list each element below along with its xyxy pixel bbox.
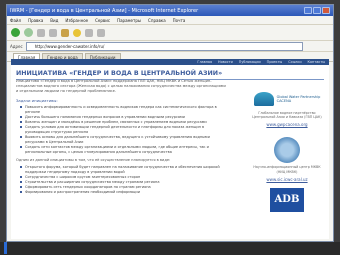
sic-logo[interactable]: [274, 137, 300, 164]
page-content: Главная Новости Публикации Проекты Ссылк…: [11, 59, 329, 239]
menu-edit[interactable]: Правка: [28, 18, 43, 23]
toolbar: [7, 25, 333, 41]
adb-logo[interactable]: ADB: [270, 187, 304, 212]
partner-caption: Глобальное водное партнёрство Центрально…: [252, 111, 322, 120]
menu-file[interactable]: Файл: [10, 18, 21, 23]
list-item: Открытого форума, который будет направле…: [20, 165, 228, 175]
refresh-icon[interactable]: [49, 28, 57, 37]
title-bar: IWRM - [Гендер и вода в Центральной Азии…: [7, 5, 333, 16]
activities-title: Одним из данной инициативы в том, что её…: [16, 157, 171, 162]
site-nav-news[interactable]: Новости: [218, 60, 233, 64]
page-title: ИНИЦИАТИВА «ГЕНДЕР И ВОДА В ЦЕНТРАЛЬНОЙ …: [16, 70, 223, 77]
center-caption: Научно-информационный центр МКВК (НИЦ МК…: [253, 165, 321, 174]
site-nav-publications[interactable]: Публикации: [239, 60, 261, 64]
sic-link[interactable]: www.sic.icwc-aral.uz: [251, 177, 323, 182]
address-input[interactable]: http://www.gender-cawater.info/ru/: [25, 41, 303, 51]
objectives-title: Задачи инициативы:: [16, 97, 58, 103]
objectives-list: Повысить информированность и осведомленн…: [16, 105, 228, 155]
address-bar: Адрес http://www.gender-cawater.info/ru/: [7, 41, 333, 52]
intro-text: Инициатива «Гендер и вода в Центральной …: [16, 79, 226, 94]
sidebar: Global Water Partnership CACENA Глобальн…: [251, 89, 323, 212]
site-nav-projects[interactable]: Проекты: [267, 60, 283, 64]
list-item: Формирования и распространения необходим…: [20, 190, 228, 195]
site-nav-home[interactable]: Главная: [197, 60, 212, 64]
menu-tools[interactable]: Сервис: [95, 18, 110, 23]
menu-bar: Файл Правка Вид Избранное Сервис Парамет…: [7, 16, 333, 25]
menu-favorites[interactable]: Избранное: [65, 18, 88, 23]
site-nav-links[interactable]: Ссылки: [288, 60, 301, 64]
browser-window: IWRM - [Гендер и вода в Центральной Азии…: [6, 4, 334, 242]
back-icon[interactable]: [11, 28, 20, 37]
activities-list: Открытого форума, который будет направле…: [16, 165, 228, 195]
site-nav: Главная Новости Публикации Проекты Ссылк…: [11, 59, 329, 65]
print-icon[interactable]: [97, 28, 105, 37]
list-item: Создать условия для активизации гендерно…: [20, 125, 228, 135]
main-column: Инициатива «Гендер и вода в Центральной …: [16, 79, 228, 195]
menu-options[interactable]: Параметры: [117, 18, 141, 23]
address-label: Адрес: [10, 43, 23, 49]
partner-sub: CACENA: [276, 99, 292, 103]
close-button[interactable]: [322, 7, 330, 14]
water-drop-icon: [253, 92, 274, 106]
site-nav-contacts[interactable]: Контакты: [308, 60, 325, 64]
taskbar: [0, 242, 340, 255]
home-icon[interactable]: [61, 28, 69, 37]
list-item: Повысить информированность и осведомленн…: [20, 105, 228, 115]
favorites-icon[interactable]: [73, 28, 81, 37]
minimize-button[interactable]: [304, 7, 312, 14]
gwp-logo[interactable]: Global Water Partnership CACENA: [251, 89, 323, 109]
window-title: IWRM - [Гендер и вода в Центральной Азии…: [10, 7, 199, 14]
list-item: Создать сети контактов между организация…: [20, 145, 228, 155]
menu-mail[interactable]: Почта: [173, 18, 186, 23]
menu-view[interactable]: Вид: [50, 18, 58, 23]
history-icon[interactable]: [85, 28, 93, 37]
list-item: Выявить основы для дальнейшего сотруднич…: [20, 135, 228, 145]
stop-icon[interactable]: [37, 28, 45, 37]
taskbar-marker: [4, 242, 7, 254]
maximize-button[interactable]: [313, 7, 321, 14]
forward-icon[interactable]: [24, 28, 33, 37]
menu-help[interactable]: Справка: [148, 18, 166, 23]
